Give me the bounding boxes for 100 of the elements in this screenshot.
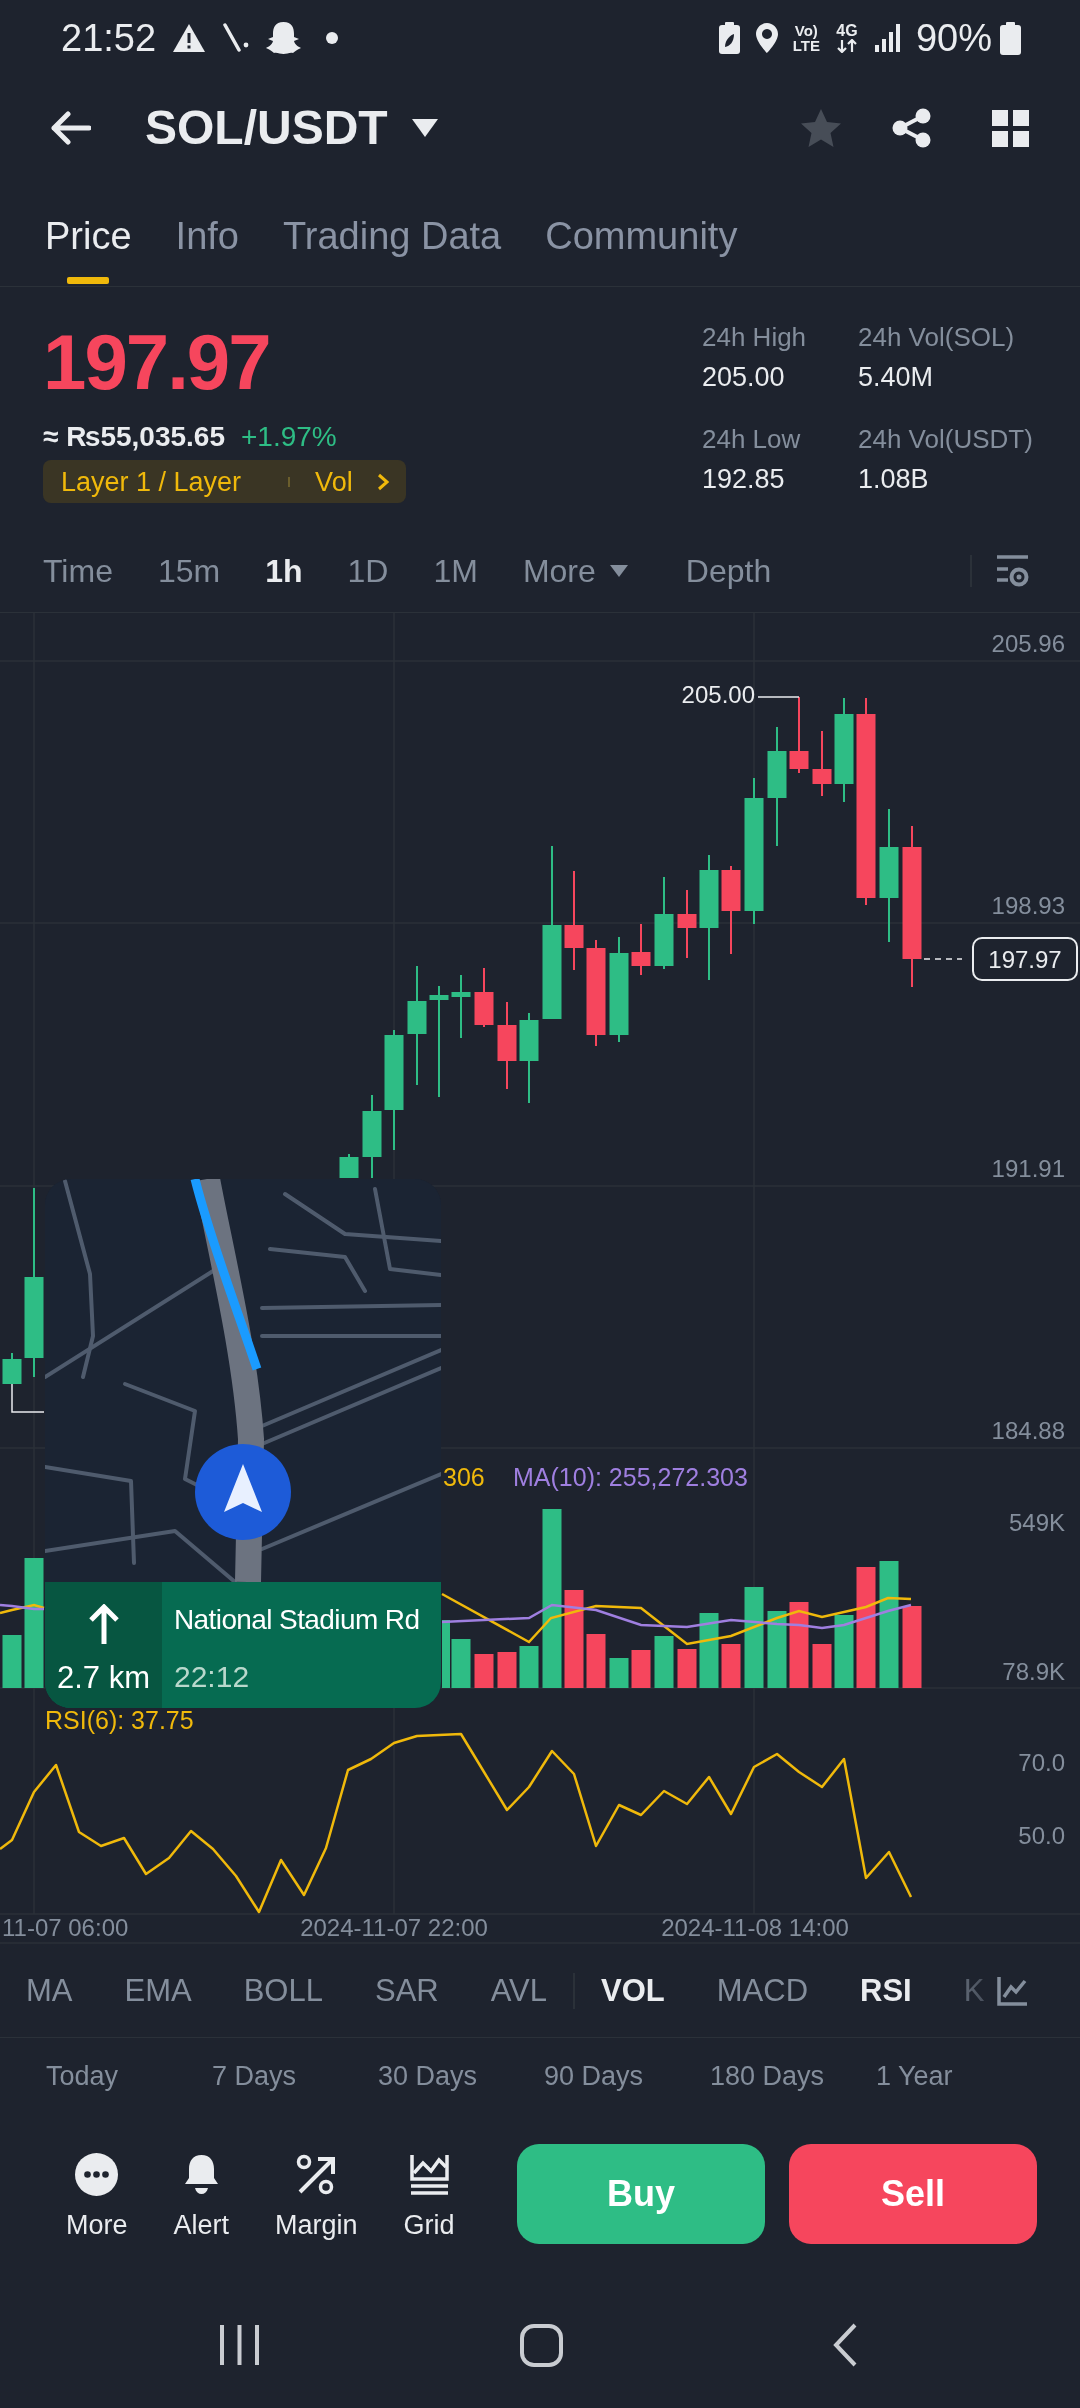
battery-percent: 90% xyxy=(915,16,992,60)
volume-bar xyxy=(812,1644,832,1688)
volume-bar xyxy=(631,1650,651,1688)
period-label: 90 Days xyxy=(544,2060,644,2093)
share-icon[interactable] xyxy=(892,108,931,148)
indicator-tab[interactable]: VOL xyxy=(601,1970,665,2011)
candlestick xyxy=(474,967,494,1028)
grid-icon[interactable] xyxy=(992,109,1029,147)
interval-tab[interactable]: 1M xyxy=(433,551,478,591)
toolbar-button[interactable]: Alert xyxy=(173,2153,230,2243)
sector-chip[interactable]: Layer 1 / Layer Vol xyxy=(43,460,406,503)
street-name: National Stadium Rd xyxy=(174,1603,420,1637)
battery-icon xyxy=(1000,21,1021,55)
warning-icon xyxy=(172,23,207,53)
volte-label: Vo) xyxy=(794,23,818,38)
back-nav-icon[interactable] xyxy=(833,2323,857,2367)
stat-label: 24h Vol(SOL) xyxy=(858,321,1015,354)
up-arrow-icon xyxy=(88,1604,119,1644)
price-axis-label: 198.93 xyxy=(991,892,1065,919)
interval-tab[interactable]: 1h xyxy=(265,551,303,591)
high-price-label: 205.00 xyxy=(681,681,755,708)
period-label: 1 Year xyxy=(876,2060,953,2093)
network-type: 4G xyxy=(836,23,858,39)
time-axis-label: 11-07 06:00 xyxy=(2,1914,129,1941)
more-icon xyxy=(75,2153,119,2196)
candlestick xyxy=(451,974,471,1039)
candlestick xyxy=(339,1153,359,1179)
leader-line xyxy=(11,1383,45,1413)
home-icon[interactable] xyxy=(520,2323,563,2367)
stat-value: 192.85 xyxy=(702,463,785,496)
candlestick xyxy=(631,923,651,976)
interval-tab[interactable]: Time xyxy=(43,551,113,591)
toolbar-button[interactable]: More xyxy=(66,2153,128,2243)
volume-bar xyxy=(654,1636,674,1688)
dot-icon xyxy=(326,32,339,44)
period-label: 30 Days xyxy=(378,2060,478,2093)
candlestick xyxy=(2,1352,22,1385)
sector-label: Layer 1 / Layer xyxy=(61,465,242,499)
distance-label: 2.7 km xyxy=(57,1660,150,1696)
chart-settings-icon[interactable] xyxy=(996,554,1029,588)
chevron-icon xyxy=(376,472,389,491)
back-icon[interactable] xyxy=(50,111,91,145)
volume-bar xyxy=(609,1658,629,1688)
navigation-window[interactable]: 2.7 km National Stadium Rd 22:12 xyxy=(45,1179,441,1708)
caret-icon xyxy=(609,565,628,577)
tab[interactable]: Info xyxy=(175,213,239,286)
indicator-tab[interactable]: MACD xyxy=(716,1970,809,2011)
tab[interactable]: Price xyxy=(45,213,132,286)
recents-icon[interactable] xyxy=(219,2324,260,2366)
data-arrows-icon xyxy=(834,39,859,53)
tab[interactable]: Community xyxy=(545,213,738,286)
stat-value: 5.40M xyxy=(858,361,934,394)
leader-line xyxy=(757,696,800,698)
volume-axis-label: 549K xyxy=(1008,1509,1065,1536)
volume-bar xyxy=(721,1644,741,1688)
stat-label: 24h High xyxy=(702,321,807,354)
volume-legend: MA(10): 255,272.303 xyxy=(513,1463,748,1491)
time-axis-label: 2024-11-07 22:00 xyxy=(300,1914,488,1941)
indicator-tab[interactable]: AVL xyxy=(490,1970,547,2011)
interval-tab[interactable]: 15m xyxy=(157,551,221,591)
indicator-tab[interactable]: EMA xyxy=(124,1970,192,2011)
last-price: 197.97 xyxy=(43,322,270,402)
status-time: 21:52 xyxy=(61,16,157,60)
location-pin-icon xyxy=(755,23,778,53)
toolbar-button[interactable]: Grid xyxy=(403,2153,455,2243)
time-axis-label: 2024-11-08 14:00 xyxy=(661,1914,849,1941)
interval-tab[interactable]: 1D xyxy=(347,551,389,591)
price-axis-label: 184.88 xyxy=(991,1417,1065,1444)
tab[interactable]: Trading Data xyxy=(282,213,502,286)
stat-value: 1.08B xyxy=(858,463,929,496)
star-icon[interactable] xyxy=(800,108,842,148)
period-label: Today xyxy=(46,2060,119,2093)
volume-bar xyxy=(497,1652,517,1688)
line-chart-icon[interactable] xyxy=(997,1975,1028,2006)
pair-selector[interactable]: SOL/USDT xyxy=(145,100,438,156)
signal-icon xyxy=(873,24,901,52)
interval-tab[interactable]: Depth xyxy=(685,551,772,591)
fiat-price: ≈ ₨55,035.65 xyxy=(43,420,225,454)
indicator-tab[interactable]: BOLL xyxy=(243,1970,323,2011)
battery-saver-icon xyxy=(717,22,741,54)
rsi-legend: RSI(6): 37.75 xyxy=(45,1706,194,1734)
period-label: 180 Days xyxy=(710,2060,825,2093)
stat-label: 24h Low xyxy=(702,423,801,456)
interval-tab[interactable]: More xyxy=(522,551,628,591)
period-label: 7 Days xyxy=(212,2060,297,2093)
indicator-tab[interactable]: RSI xyxy=(860,1970,912,2011)
volume-bar xyxy=(2,1635,22,1688)
price-axis-label: 205.96 xyxy=(991,630,1065,657)
volume-bar xyxy=(586,1634,606,1688)
price-axis-label: 191.91 xyxy=(991,1155,1065,1182)
candlestick xyxy=(812,730,832,797)
sell-button[interactable]: Sell xyxy=(789,2144,1037,2244)
rsi-axis-label: 70.0 xyxy=(1018,1749,1065,1776)
diagonal-line-icon xyxy=(222,23,250,53)
toolbar-button[interactable]: Margin xyxy=(275,2153,358,2243)
indicator-tab[interactable]: MA xyxy=(26,1970,73,2011)
current-price-tag: 197.97 xyxy=(972,937,1078,981)
vol-link[interactable]: Vol xyxy=(315,464,389,499)
indicator-tab[interactable]: SAR xyxy=(374,1970,439,2011)
percent-arrow-icon xyxy=(294,2153,338,2196)
